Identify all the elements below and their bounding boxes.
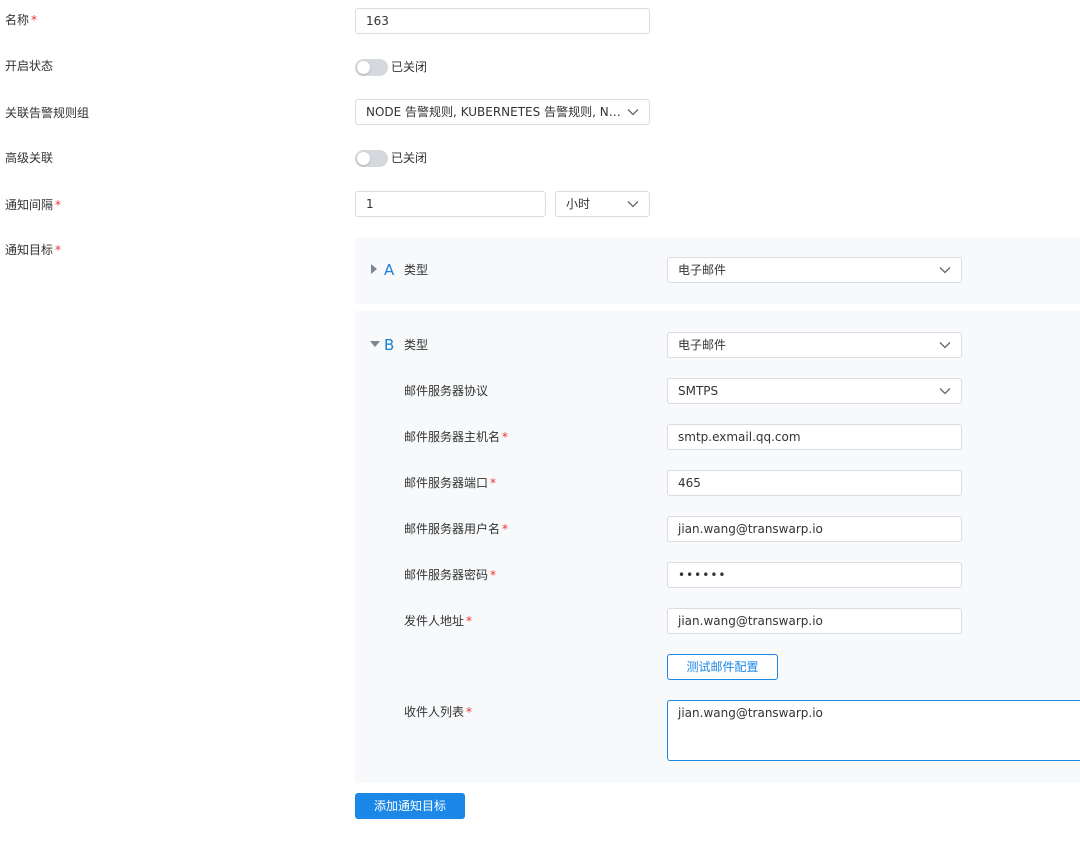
add-target-button[interactable]: 添加通知目标: [355, 793, 465, 819]
test-email-button[interactable]: 测试邮件配置: [667, 654, 778, 680]
target-a-type-select[interactable]: 电子邮件: [667, 257, 962, 283]
host-label: 邮件服务器主机名 *: [404, 430, 509, 444]
target-a-type-value: 电子邮件: [678, 263, 727, 277]
rule-groups-value: NODE 告警规则, KUBERNETES 告警规则, NETWORK 告警规则: [366, 105, 649, 119]
enabled-label: 开启状态: [5, 59, 54, 73]
protocol-value: SMTPS: [678, 384, 719, 398]
name-input[interactable]: 163: [355, 8, 650, 34]
enabled-state-text: 已关闭: [391, 60, 428, 74]
chevron-down-icon: [627, 109, 639, 116]
target-b-type-value: 电子邮件: [678, 338, 727, 352]
target-b-letter: B: [384, 336, 395, 354]
sender-label: 发件人地址 *: [404, 614, 473, 628]
password-label: 邮件服务器密码 *: [404, 568, 497, 582]
caret-right-icon[interactable]: [371, 264, 377, 274]
chevron-down-icon: [939, 267, 951, 274]
host-input[interactable]: smtp.exmail.qq.com: [667, 424, 962, 450]
target-b-type-label: 类型: [404, 338, 429, 352]
advanced-label: 高级关联: [5, 151, 54, 165]
interval-label: 通知间隔 *: [5, 198, 62, 212]
username-input[interactable]: jian.wang@transwarp.io: [667, 516, 962, 542]
port-label: 邮件服务器端口 *: [404, 476, 497, 490]
interval-unit-select[interactable]: 小时: [555, 191, 650, 217]
target-a-type-label: 类型: [404, 263, 429, 277]
interval-unit-value: 小时: [566, 197, 591, 211]
protocol-label: 邮件服务器协议: [404, 384, 489, 398]
chevron-down-icon: [627, 201, 639, 208]
target-b-type-select[interactable]: 电子邮件: [667, 332, 962, 358]
chevron-down-icon: [939, 388, 951, 395]
rule-groups-label: 关联告警规则组: [5, 106, 90, 120]
enabled-toggle[interactable]: [355, 59, 388, 76]
target-a-letter: A: [384, 261, 395, 279]
interval-input[interactable]: 1: [355, 191, 546, 217]
port-input[interactable]: 465: [667, 470, 962, 496]
recipients-label: 收件人列表 *: [404, 705, 473, 719]
toggle-knob: [357, 61, 370, 74]
advanced-state-text: 已关闭: [391, 151, 428, 165]
name-label: 名称 *: [5, 13, 38, 27]
targets-label: 通知目标 *: [5, 243, 62, 257]
recipients-textarea[interactable]: jian.wang@transwarp.io: [667, 700, 1080, 761]
chevron-down-icon: [939, 342, 951, 349]
rule-groups-select[interactable]: NODE 告警规则, KUBERNETES 告警规则, NETWORK 告警规则: [355, 99, 650, 125]
caret-down-icon[interactable]: [370, 341, 380, 347]
protocol-select[interactable]: SMTPS: [667, 378, 962, 404]
advanced-toggle[interactable]: [355, 150, 388, 167]
toggle-knob: [357, 152, 370, 165]
password-input[interactable]: ••••••: [667, 562, 962, 588]
username-label: 邮件服务器用户名 *: [404, 522, 509, 536]
sender-input[interactable]: jian.wang@transwarp.io: [667, 608, 962, 634]
